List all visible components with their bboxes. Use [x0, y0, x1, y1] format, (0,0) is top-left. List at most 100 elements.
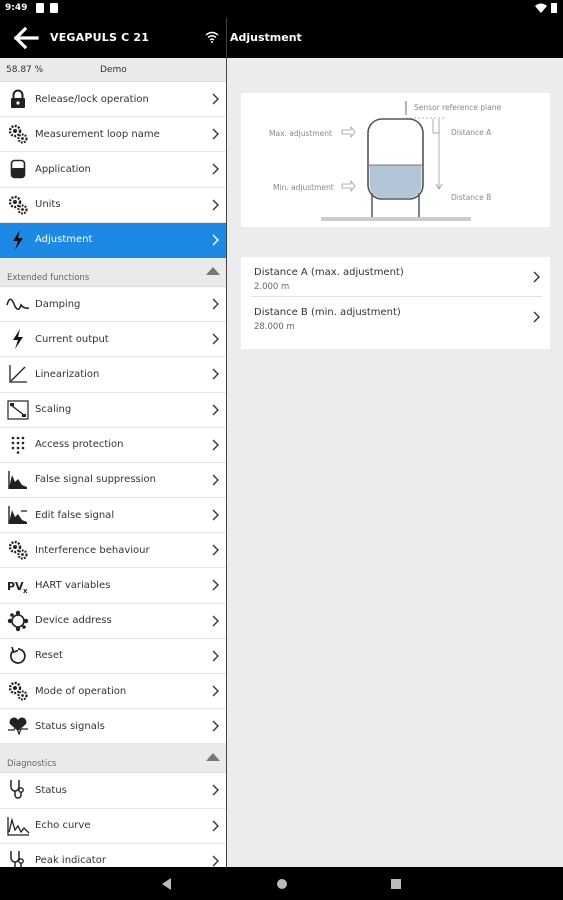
linearization-icon: [6, 363, 30, 385]
menu-item-status[interactable]: Status: [0, 773, 226, 809]
list-item-distance-b[interactable]: Distance B (min. adjustment) 28.000 m: [251, 297, 542, 337]
menu-item-label: Scaling: [35, 404, 72, 416]
keypad-icon: [6, 434, 30, 456]
distance-a-label: Distance A: [451, 128, 492, 137]
gears-icon: [6, 123, 30, 145]
menu-item-edit-false-signal[interactable]: Edit false signal: [0, 498, 226, 534]
network-icon: [6, 610, 30, 632]
svg-text:PV: PV: [7, 580, 24, 593]
menu-item-scaling[interactable]: Scaling: [0, 392, 226, 428]
echo-curve-icon: [6, 815, 30, 837]
chevron-right-icon: [212, 368, 219, 380]
collapse-caret-icon[interactable]: [206, 752, 220, 762]
chevron-right-icon: [212, 333, 219, 345]
chevron-right-icon: [212, 544, 219, 556]
container-icon: [6, 158, 30, 180]
menu-item-release-lock-operation[interactable]: Release/lock operation: [0, 82, 226, 118]
gears-icon: [6, 539, 30, 561]
gears-icon: [6, 680, 30, 702]
list-item-value: 28.000 m: [254, 322, 295, 332]
menu-item-label: Interference behaviour: [35, 544, 150, 556]
list-item-value: 2.000 m: [254, 282, 290, 292]
chevron-right-icon: [212, 93, 219, 105]
chevron-right-icon: [212, 509, 219, 521]
list-item-title: Distance B (min. adjustment): [254, 307, 401, 318]
nav-recents-icon[interactable]: [390, 878, 402, 890]
menu-item-measurement-loop-name[interactable]: Measurement loop name: [0, 117, 226, 153]
navigation-panel: 58.87 % Demo Release/lock operation Meas…: [0, 58, 226, 867]
menu-item-false-signal-suppression[interactable]: False signal suppression: [0, 462, 226, 499]
menu-item-peak-indicator[interactable]: Peak indicator: [0, 843, 226, 867]
menu-item-label: Application: [35, 163, 91, 175]
svg-text:x: x: [23, 587, 28, 594]
reset-icon: [6, 645, 30, 667]
lightning-icon: [6, 328, 30, 350]
sensor-reference-plane-label: Sensor reference plane: [414, 103, 502, 112]
operating-mode: Demo: [100, 65, 127, 75]
nav-home-icon[interactable]: [276, 878, 288, 890]
menu-item-label: Measurement loop name: [35, 128, 160, 140]
back-arrow-icon[interactable]: [12, 26, 40, 50]
wave-icon: [6, 293, 30, 315]
nav-back-icon[interactable]: [161, 878, 173, 890]
menu-item-mode-of-operation[interactable]: Mode of operation: [0, 674, 226, 710]
menu-item-device-address[interactable]: Device address: [0, 603, 226, 639]
false-signal-icon: [6, 469, 30, 491]
chevron-right-icon: [212, 439, 219, 451]
menu-item-damping[interactable]: Damping: [0, 286, 226, 323]
section-header-extended-functions[interactable]: Extended functions: [0, 257, 226, 287]
lock-icon: [6, 88, 30, 110]
device-info-row: 58.87 % Demo: [0, 58, 226, 82]
menu-item-label: Mode of operation: [35, 685, 127, 697]
adjustment-content: Sensor reference plane Max. adjustment M…: [227, 58, 563, 867]
menu-item-status-signals[interactable]: Status signals: [0, 709, 226, 745]
system-icons: [535, 3, 557, 13]
menu-item-echo-curve[interactable]: Echo curve: [0, 808, 226, 844]
menu-item-reset[interactable]: Reset: [0, 638, 226, 674]
distance-b-label: Distance B: [451, 193, 492, 202]
menu-item-linearization[interactable]: Linearization: [0, 357, 226, 393]
device-header: VEGAPULS C 21: [0, 18, 226, 58]
measured-value: 58.87 %: [6, 65, 44, 75]
heart-pulse-icon: [6, 715, 30, 737]
page-header: Adjustment: [227, 18, 563, 58]
section-header-diagnostics[interactable]: Diagnostics: [0, 744, 226, 774]
list-item-distance-a[interactable]: Distance A (max. adjustment) 2.000 m: [251, 257, 542, 297]
lightning-icon: [6, 229, 30, 251]
max-adjustment-label: Max. adjustment: [269, 129, 332, 138]
pv-icon: PV x: [6, 575, 30, 597]
menu-item-label: Peak indicator: [35, 855, 106, 867]
menu-item-label: False signal suppression: [35, 474, 156, 486]
chevron-right-icon: [212, 855, 219, 867]
page-title: Adjustment: [230, 31, 302, 44]
collapse-caret-icon[interactable]: [206, 266, 220, 276]
menu-item-label: Release/lock operation: [35, 93, 149, 105]
system-navigation-bar: [0, 867, 563, 900]
adjustment-list: Distance A (max. adjustment) 2.000 m Dis…: [241, 257, 550, 349]
menu-item-units[interactable]: Units: [0, 187, 226, 223]
chevron-right-icon: [212, 199, 219, 211]
menu-item-label: Access protection: [35, 439, 124, 451]
tank-illustration: [321, 101, 471, 221]
chevron-right-icon: [212, 615, 219, 627]
menu-item-hart-variables[interactable]: PV x HART variables: [0, 568, 226, 604]
edit-false-signal-icon: [6, 504, 30, 526]
chevron-right-icon: [212, 784, 219, 796]
chevron-right-icon: [212, 650, 219, 662]
chevron-right-icon: [212, 298, 219, 310]
menu-item-interference-behaviour[interactable]: Interference behaviour: [0, 533, 226, 569]
chevron-right-icon: [212, 579, 219, 591]
menu-item-application[interactable]: Application: [0, 152, 226, 188]
stethoscope-icon: [6, 850, 30, 867]
menu-item-access-protection[interactable]: Access protection: [0, 427, 226, 463]
list-item-title: Distance A (max. adjustment): [254, 267, 404, 278]
notification-icons: [36, 3, 58, 13]
wireless-connection-icon[interactable]: [205, 31, 219, 43]
adjustment-diagram: Sensor reference plane Max. adjustment M…: [241, 93, 550, 227]
scaling-icon: [6, 399, 30, 421]
menu-item-label: Reset: [35, 650, 63, 662]
menu-item-label: Status signals: [35, 720, 105, 732]
menu-item-label: HART variables: [35, 580, 111, 592]
menu-item-adjustment[interactable]: Adjustment: [0, 222, 226, 258]
menu-item-current-output[interactable]: Current output: [0, 322, 226, 358]
